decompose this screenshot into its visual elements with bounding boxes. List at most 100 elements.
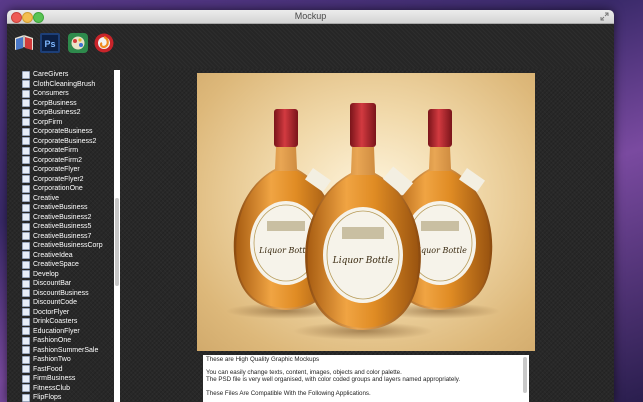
list-item-label: Develop: [33, 270, 59, 278]
list-item[interactable]: Develop: [22, 270, 117, 280]
description-line: These Files Are Compatible With the Foll…: [206, 390, 371, 397]
list-item-label: CorporateFlyer2: [33, 175, 84, 183]
file-icon: [22, 99, 30, 108]
list-item[interactable]: CorporateFirm2: [22, 156, 117, 166]
file-icon: [22, 308, 30, 317]
list-item[interactable]: CorpBusiness2: [22, 108, 117, 118]
list-item[interactable]: EducationFlyer: [22, 327, 117, 337]
list-item[interactable]: CreativeBusiness5: [22, 222, 117, 232]
file-icon: [22, 165, 30, 174]
file-icon: [22, 393, 30, 402]
file-icon: [22, 270, 30, 279]
list-item[interactable]: Creative: [22, 194, 117, 204]
file-icon: [22, 327, 30, 336]
list-item[interactable]: FashionSummerSale: [22, 346, 117, 356]
list-item[interactable]: DrinkCoasters: [22, 317, 117, 327]
file-icon: [22, 241, 30, 250]
file-icon: [22, 374, 30, 383]
file-icon: [22, 232, 30, 241]
list-item[interactable]: CreativeSpace: [22, 260, 117, 270]
list-item-label: CreativeBusiness7: [33, 232, 92, 240]
description-scrollbar[interactable]: [521, 355, 529, 402]
list-item[interactable]: CorpFirm: [22, 118, 117, 128]
liquor-bottles-illustration: Liquor Bottle Liquor Bottle Liquor Bottl…: [226, 103, 500, 340]
game-icon[interactable]: [67, 32, 89, 54]
file-icon: [22, 70, 30, 79]
list-item-label: FashionSummerSale: [33, 346, 99, 354]
list-item[interactable]: DiscountBar: [22, 279, 117, 289]
list-item-label: CareGivers: [33, 71, 69, 78]
file-icon: [22, 365, 30, 374]
file-icon: [22, 317, 30, 326]
list-item[interactable]: CorporateBusiness: [22, 127, 117, 137]
list-item[interactable]: CorporationOne: [22, 184, 117, 194]
list-item-label: FastFood: [33, 365, 63, 373]
file-icon: [22, 184, 30, 193]
list-item-label: Creative: [33, 194, 60, 202]
list-item-label: CorporateFirm2: [33, 156, 83, 164]
mockup-preview-image: Liquor Bottle Liquor Bottle Liquor Bottl…: [197, 73, 535, 351]
file-icon: [22, 175, 30, 184]
list-item[interactable]: FashionTwo: [22, 355, 117, 365]
list-item[interactable]: CareGivers: [22, 70, 117, 80]
window-title: Mockup: [294, 11, 327, 21]
list-item[interactable]: FastFood: [22, 365, 117, 375]
list-item[interactable]: DiscountCode: [22, 298, 117, 308]
list-item[interactable]: CreativeIdea: [22, 251, 117, 261]
list-item[interactable]: FirmBusiness: [22, 374, 117, 384]
list-item[interactable]: CreativeBusiness7: [22, 232, 117, 242]
mockup-list[interactable]: CareGivers ClothCleaningBrush Consumers Cor…: [22, 70, 117, 402]
list-item-label: CreativeBusiness5: [33, 223, 92, 230]
list-item[interactable]: DiscountBusiness: [22, 289, 117, 299]
list-item-label: DrinkCoasters: [33, 318, 78, 325]
list-scrollbar[interactable]: [114, 70, 120, 402]
list-item-label: CorpBusiness: [33, 99, 77, 107]
list-scrollbar-thumb[interactable]: [115, 198, 119, 286]
photoshop-icon[interactable]: Ps: [39, 32, 61, 54]
swirl-icon[interactable]: [93, 32, 115, 54]
list-item-label: CorporateBusiness: [33, 128, 93, 135]
list-item-label: Consumers: [33, 90, 69, 97]
svg-text:Ps: Ps: [44, 39, 55, 49]
file-icon: [22, 156, 30, 165]
list-item-label: CreativeBusiness: [33, 204, 88, 211]
file-icon: [22, 203, 30, 212]
list-item-label: CorporateFirm: [33, 147, 79, 154]
list-item[interactable]: CorporateFlyer2: [22, 175, 117, 185]
list-item[interactable]: FashionOne: [22, 336, 117, 346]
file-icon: [22, 213, 30, 222]
list-item[interactable]: DoctorFlyer: [22, 308, 117, 318]
list-item[interactable]: CorporateBusiness2: [22, 137, 117, 147]
list-item[interactable]: CorporateFlyer: [22, 165, 117, 175]
book-icon[interactable]: [13, 32, 35, 54]
file-icon: [22, 80, 30, 89]
main-content: CareGivers ClothCleaningBrush Consumers Cor…: [7, 68, 614, 402]
list-item-label: CorpBusiness2: [33, 109, 81, 116]
file-icon: [22, 118, 30, 127]
file-icon: [22, 137, 30, 146]
list-item[interactable]: CorpBusiness: [22, 99, 117, 109]
file-icon: [22, 384, 30, 393]
bottle-label-text-left: Liquor Bottle: [258, 246, 313, 255]
list-item-label: DiscountBar: [33, 280, 72, 287]
list-item[interactable]: Consumers: [22, 89, 117, 99]
list-item[interactable]: CreativeBusiness2: [22, 213, 117, 223]
file-icon: [22, 108, 30, 117]
app-window: Mockup Ps CareGivers ClothCleaningBrush …: [7, 10, 614, 402]
file-icon: [22, 194, 30, 203]
list-item[interactable]: CreativeBusiness: [22, 203, 117, 213]
mockup-description[interactable]: These are High Quality Graphic Mockups Yo…: [203, 355, 521, 402]
file-icon: [22, 127, 30, 136]
fullscreen-icon[interactable]: [600, 12, 609, 21]
description-scrollbar-thumb[interactable]: [523, 357, 527, 393]
file-icon: [22, 89, 30, 98]
list-item-label: FlipFlops: [33, 394, 62, 401]
list-item-label: FashionOne: [33, 337, 72, 344]
list-item[interactable]: CreativeBusinessCorp: [22, 241, 117, 251]
list-item[interactable]: ClothCleaningBrush: [22, 80, 117, 90]
list-item[interactable]: CorporateFirm: [22, 146, 117, 156]
description-line: The PSD file is very well organised, wit…: [206, 376, 461, 383]
list-item[interactable]: FlipFlops: [22, 393, 117, 402]
list-item[interactable]: FitnessClub: [22, 384, 117, 394]
file-icon: [22, 146, 30, 155]
